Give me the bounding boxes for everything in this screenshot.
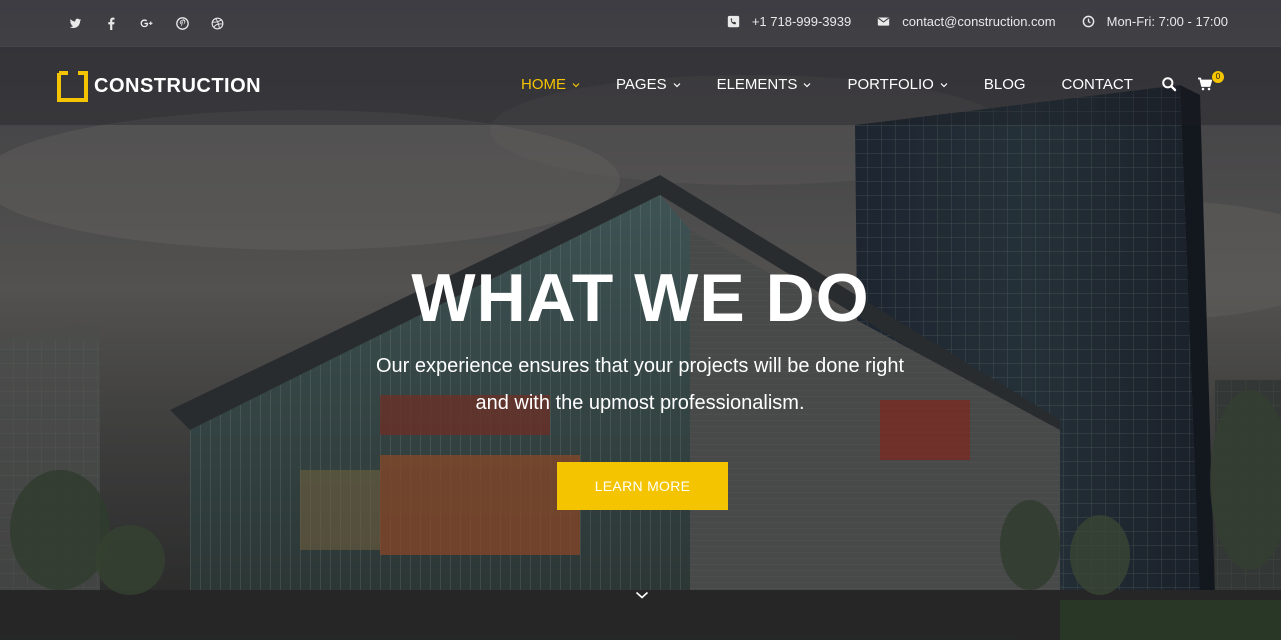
facebook-icon[interactable]	[94, 13, 130, 33]
main-navbar: CONSTRUCTION HOME PAGES ELEMENTS PORTFOL…	[0, 46, 1281, 125]
menu-item-label: CONTACT	[1061, 76, 1133, 93]
menu-item-label: HOME	[521, 76, 566, 93]
phone-contact[interactable]: +1 718-999-3939	[727, 14, 851, 29]
logo-text: CONSTRUCTION	[94, 75, 262, 97]
menu-item-label: ELEMENTS	[716, 76, 798, 93]
dribbble-icon[interactable]	[200, 13, 236, 33]
cart-count-badge: 0	[1212, 71, 1224, 83]
hero-section: +1 718-999-3939 contact@construction.com…	[0, 0, 1281, 640]
hero-subtitle-line-2: and with the upmost professionalism.	[475, 392, 805, 414]
phone-icon	[727, 15, 740, 28]
hero-title: WHAT WE DO	[411, 260, 870, 336]
site-logo[interactable]: CONSTRUCTION	[57, 71, 261, 102]
main-menu: HOME PAGES ELEMENTS PORTFOLIO BLOG CONTA…	[521, 76, 1169, 93]
clock-icon	[1082, 15, 1095, 28]
search-icon[interactable]	[1161, 76, 1177, 92]
envelope-icon	[877, 15, 890, 28]
top-bar: +1 718-999-3939 contact@construction.com…	[0, 0, 1281, 46]
chevron-down-icon	[803, 81, 811, 89]
hero-subtitle: Our experience ensures that your project…	[340, 348, 940, 422]
phone-number: +1 718-999-3939	[751, 14, 852, 29]
menu-item-contact[interactable]: CONTACT	[1062, 76, 1133, 93]
hours-contact: Mon-Fri: 7:00 - 17:00	[1082, 14, 1228, 29]
cart-icon[interactable]: 0	[1197, 71, 1224, 92]
hero-subtitle-line-1: Our experience ensures that your project…	[375, 355, 905, 377]
google-plus-icon[interactable]	[129, 13, 165, 33]
menu-item-label: PORTFOLIO	[847, 76, 934, 93]
email-address: contact@construction.com	[902, 14, 1056, 29]
chevron-down-icon	[673, 81, 681, 89]
chevron-down-icon[interactable]	[635, 588, 649, 602]
twitter-icon[interactable]	[58, 13, 94, 33]
menu-item-elements[interactable]: ELEMENTS	[717, 76, 812, 93]
pinterest-icon[interactable]	[165, 13, 201, 33]
chevron-down-icon	[940, 81, 948, 89]
menu-item-blog[interactable]: BLOG	[984, 76, 1026, 93]
email-contact[interactable]: contact@construction.com	[877, 14, 1056, 29]
logo-mark-icon	[57, 71, 88, 102]
social-links	[58, 13, 236, 33]
nav-tools: 0	[1161, 71, 1224, 92]
menu-item-label: PAGES	[616, 76, 667, 93]
menu-item-label: BLOG	[983, 76, 1026, 93]
office-hours: Mon-Fri: 7:00 - 17:00	[1106, 14, 1228, 29]
menu-item-portfolio[interactable]: PORTFOLIO	[847, 76, 948, 93]
chevron-down-icon	[572, 81, 580, 89]
learn-more-button[interactable]: LEARN MORE	[557, 462, 728, 510]
menu-item-home[interactable]: HOME	[521, 76, 580, 93]
menu-item-pages[interactable]: PAGES	[616, 76, 681, 93]
contact-info: +1 718-999-3939 contact@construction.com…	[701, 14, 1228, 29]
